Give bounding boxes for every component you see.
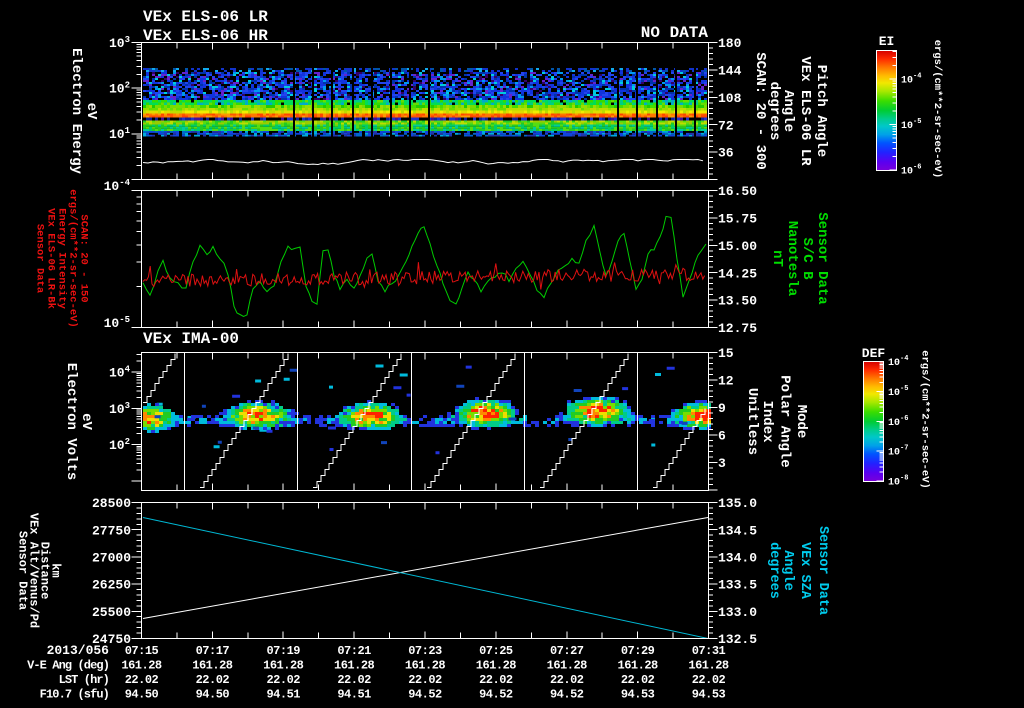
svg-text:161.28: 161.28	[618, 658, 659, 672]
svg-text:6: 6	[718, 429, 726, 444]
svg-text:161.28: 161.28	[547, 658, 588, 672]
svg-text:94.52: 94.52	[550, 687, 584, 701]
svg-text:07:29: 07:29	[621, 644, 655, 658]
svg-text:36: 36	[718, 146, 734, 161]
svg-text:degrees: degrees	[766, 542, 781, 599]
svg-text:22.02: 22.02	[621, 673, 655, 687]
svg-text:22.02: 22.02	[479, 673, 513, 687]
svg-text:72: 72	[718, 118, 734, 133]
svg-text:Polar Angle: Polar Angle	[776, 375, 792, 467]
svg-text:Electron Energy: Electron Energy	[68, 48, 84, 175]
svg-text:07:25: 07:25	[479, 644, 513, 658]
svg-text:DEF: DEF	[862, 346, 886, 361]
svg-text:94.50: 94.50	[196, 687, 230, 701]
svg-text:SCAN: 20 - 300: SCAN: 20 - 300	[752, 52, 768, 170]
svg-text:VEx ELS-06 LR: VEx ELS-06 LR	[797, 56, 813, 166]
svg-text:28500: 28500	[92, 496, 131, 511]
svg-text:Unitless: Unitless	[744, 388, 760, 455]
svg-text:07:23: 07:23	[408, 644, 442, 658]
svg-text:eV: eV	[78, 413, 94, 430]
svg-text:180: 180	[718, 36, 742, 51]
svg-text:134.0: 134.0	[718, 551, 757, 566]
svg-text:07:27: 07:27	[550, 644, 584, 658]
svg-text:135.0: 135.0	[718, 496, 757, 511]
svg-text:15.00: 15.00	[718, 239, 757, 254]
svg-text:94.53: 94.53	[621, 687, 655, 701]
svg-text:15: 15	[718, 346, 734, 361]
svg-text:25500: 25500	[92, 605, 131, 620]
svg-text:07:17: 07:17	[196, 644, 230, 658]
svg-text:134.5: 134.5	[718, 523, 757, 538]
svg-text:94.51: 94.51	[337, 687, 371, 701]
svg-text:94.51: 94.51	[266, 687, 300, 701]
svg-text:108: 108	[718, 91, 742, 106]
svg-text:94.50: 94.50	[125, 687, 159, 701]
svg-text:F10.7 (sfu): F10.7 (sfu)	[40, 687, 109, 701]
svg-text:94.52: 94.52	[408, 687, 442, 701]
svg-text:22.02: 22.02	[266, 673, 300, 687]
svg-text:Sensor Data: Sensor Data	[814, 212, 830, 305]
svg-text:VEx ELS-06 LR: VEx ELS-06 LR	[143, 8, 268, 26]
svg-text:LST (hr): LST (hr)	[59, 673, 109, 687]
svg-text:eV: eV	[83, 103, 99, 120]
svg-text:161.28: 161.28	[263, 658, 304, 672]
svg-text:07:31: 07:31	[692, 644, 726, 658]
svg-text:22.02: 22.02	[408, 673, 442, 687]
svg-text:133.0: 133.0	[718, 605, 757, 620]
svg-text:S/C B: S/C B	[799, 237, 815, 280]
svg-text:Angle: Angle	[780, 550, 795, 591]
svg-text:9: 9	[718, 401, 726, 416]
svg-text:Sensor Data: Sensor Data	[34, 224, 46, 294]
svg-text:27750: 27750	[92, 523, 131, 538]
svg-text:12.75: 12.75	[718, 321, 757, 336]
svg-text:161.28: 161.28	[688, 658, 729, 672]
svg-text:07:15: 07:15	[125, 644, 159, 658]
svg-text:13.50: 13.50	[718, 294, 757, 309]
svg-text:3: 3	[718, 456, 726, 471]
svg-text:16.50: 16.50	[718, 184, 757, 199]
svg-text:Sensor Data: Sensor Data	[815, 526, 830, 615]
svg-text:Energy Intensity: Energy Intensity	[56, 208, 68, 310]
svg-text:07:19: 07:19	[266, 644, 300, 658]
svg-text:Index: Index	[759, 400, 775, 443]
svg-text:ergs/(cm**2-sr-sec-eV): ergs/(cm**2-sr-sec-eV)	[919, 350, 931, 489]
svg-text:NO DATA: NO DATA	[641, 24, 709, 42]
svg-text:SCAN: 20 - 150: SCAN: 20 - 150	[78, 214, 90, 302]
svg-text:22.02: 22.02	[692, 673, 726, 687]
svg-text:161.28: 161.28	[334, 658, 375, 672]
svg-text:22.02: 22.02	[337, 673, 371, 687]
svg-text:26250: 26250	[92, 578, 131, 593]
svg-text:km: km	[49, 563, 63, 577]
svg-text:161.28: 161.28	[192, 658, 233, 672]
svg-text:22.02: 22.02	[550, 673, 584, 687]
svg-text:22.02: 22.02	[196, 673, 230, 687]
svg-text:VEx IMA-00: VEx IMA-00	[143, 330, 239, 348]
svg-text:VEx SZA: VEx SZA	[797, 542, 812, 600]
svg-text:161.28: 161.28	[405, 658, 446, 672]
svg-text:VEx ELS-06 LR-Bk: VEx ELS-06 LR-Bk	[45, 208, 57, 309]
svg-text:144: 144	[718, 64, 742, 79]
svg-text:Electron Volts: Electron Volts	[63, 363, 79, 481]
svg-text:Mode: Mode	[793, 405, 809, 439]
svg-text:2013/056: 2013/056	[47, 643, 110, 658]
svg-text:V-E Ang (deg): V-E Ang (deg)	[27, 658, 109, 672]
svg-text:12: 12	[718, 374, 734, 389]
svg-text:15.75: 15.75	[718, 212, 757, 227]
svg-text:ergs/(cm**2-sr-sec-eV): ergs/(cm**2-sr-sec-eV)	[67, 189, 79, 328]
svg-text:Pitch Angle: Pitch Angle	[813, 65, 829, 157]
svg-text:07:21: 07:21	[337, 644, 371, 658]
svg-text:133.5: 133.5	[718, 578, 757, 593]
svg-text:94.53: 94.53	[692, 687, 726, 701]
svg-text:161.28: 161.28	[121, 658, 162, 672]
svg-text:22.02: 22.02	[125, 673, 159, 687]
svg-text:nT: nT	[769, 250, 785, 267]
svg-text:ergs/(cm**2-sr-sec-eV): ergs/(cm**2-sr-sec-eV)	[931, 40, 943, 179]
svg-text:EI: EI	[879, 34, 895, 49]
svg-text:Nanotesla: Nanotesla	[784, 221, 800, 297]
svg-text:14.25: 14.25	[718, 266, 757, 281]
svg-text:161.28: 161.28	[476, 658, 517, 672]
svg-text:27000: 27000	[92, 551, 131, 566]
svg-text:94.52: 94.52	[479, 687, 513, 701]
svg-text:VEx ELS-06 HR: VEx ELS-06 HR	[143, 27, 268, 45]
